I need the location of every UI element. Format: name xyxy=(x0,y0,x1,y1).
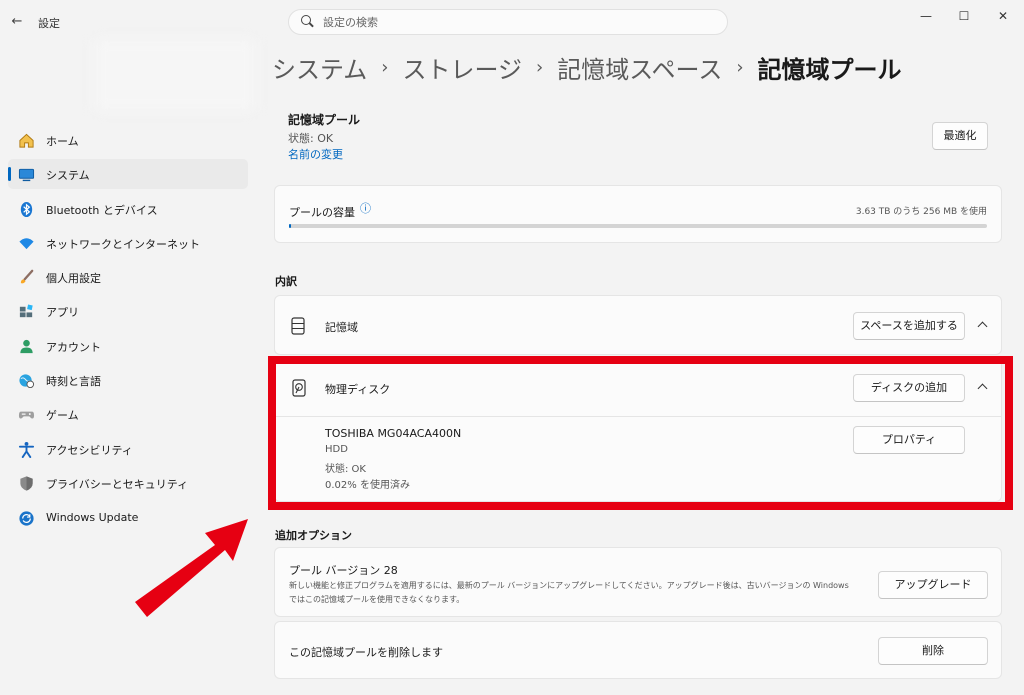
upgrade-description-line2: ではこの記憶域プールを使用できなくなります。 xyxy=(289,595,465,604)
pool-status: 状態: OK xyxy=(288,132,334,145)
sidebar-item-apps[interactable]: アプリ xyxy=(8,296,248,326)
additional-options-title: 追加オプション xyxy=(275,529,352,542)
shield-icon xyxy=(20,476,33,491)
optimize-button[interactable]: 最適化 xyxy=(932,122,988,150)
upgrade-description-line1: 新しい機能と修正プログラムを適用するには、最新のプール バージョンにアップグレー… xyxy=(289,581,849,590)
app-title: 設定 xyxy=(38,17,60,30)
add-disk-button[interactable]: ディスクの追加 xyxy=(853,374,965,402)
chevron-up-icon[interactable] xyxy=(977,382,987,392)
search-icon xyxy=(301,15,315,29)
sidebar-item-label: ホーム xyxy=(46,135,79,148)
physical-disks-row: 物理ディスク ディスクの追加 TOSHIBA MG04ACA400N HDD 状… xyxy=(274,358,1002,502)
sidebar-item-bluetooth[interactable]: Bluetooth とデバイス xyxy=(8,194,248,224)
sidebar-item-label: Bluetooth とデバイス xyxy=(46,204,158,217)
close-button[interactable]: ✕ xyxy=(985,6,1021,26)
sidebar-item-system[interactable]: システム xyxy=(8,159,248,189)
sidebar-item-home[interactable]: ホーム xyxy=(8,125,248,155)
home-icon xyxy=(19,133,34,148)
capacity-card: プールの容量 ⓘ 3.63 TB のうち 256 MB を使用 xyxy=(274,185,1002,243)
breadcrumb-item-storage-spaces[interactable]: 記憶域スペース xyxy=(557,50,722,85)
physical-disks-label: 物理ディスク xyxy=(325,383,391,396)
sidebar-item-label: ゲーム xyxy=(46,409,79,422)
capacity-progress-fill xyxy=(289,224,292,228)
accessibility-icon xyxy=(18,441,35,458)
pool-version-title: プール バージョン 28 xyxy=(289,564,398,577)
add-space-button[interactable]: スペースを追加する xyxy=(853,312,965,340)
back-arrow-icon[interactable]: ← xyxy=(8,13,26,31)
account-icon xyxy=(20,339,33,354)
disk-type: HDD xyxy=(325,444,348,455)
rename-link[interactable]: 名前の変更 xyxy=(288,146,343,162)
sidebar-item-privacy[interactable]: プライバシーとセキュリティ xyxy=(8,468,248,498)
disk-usage: 0.02% を使用済み xyxy=(325,480,410,491)
upgrade-button[interactable]: アップグレード xyxy=(878,571,988,599)
globe-clock-icon xyxy=(19,374,35,389)
breadcrumb-chevron-icon: › xyxy=(536,57,544,78)
sidebar-item-label: アカウント xyxy=(46,341,101,354)
divider xyxy=(275,416,1001,417)
hard-disk-icon xyxy=(292,379,306,397)
sidebar-item-label: アプリ xyxy=(46,306,79,319)
account-area-blurred xyxy=(95,40,255,110)
sidebar-item-label: プライバシーとセキュリティ xyxy=(46,478,189,491)
sidebar-item-label: アクセシビリティ xyxy=(46,444,133,457)
active-indicator xyxy=(8,167,11,181)
apps-icon xyxy=(19,304,33,318)
minimize-button[interactable]: — xyxy=(908,6,944,26)
storage-row[interactable]: 記憶域 スペースを追加する xyxy=(274,295,1002,355)
capacity-progress-bar xyxy=(289,224,987,228)
red-arrow-annotation xyxy=(135,519,248,617)
gamepad-icon xyxy=(18,411,35,419)
properties-button[interactable]: プロパティ xyxy=(853,426,965,454)
capacity-label: プールの容量 xyxy=(289,206,355,219)
delete-pool-card: この記憶域プールを削除します 削除 xyxy=(274,621,1002,679)
pool-name: 記憶域プール xyxy=(288,113,361,127)
sidebar-item-label: 個人用設定 xyxy=(46,272,101,285)
sidebar-item-gaming[interactable]: ゲーム xyxy=(8,399,248,429)
wifi-icon xyxy=(19,238,34,250)
breadcrumb-chevron-icon: › xyxy=(381,57,389,78)
sidebar-item-label: ネットワークとインターネット xyxy=(46,238,200,251)
breadcrumb-item-storage[interactable]: ストレージ xyxy=(402,50,522,85)
brush-icon xyxy=(20,269,34,284)
sidebar-item-accounts[interactable]: アカウント xyxy=(8,331,248,361)
sidebar-item-network[interactable]: ネットワークとインターネット xyxy=(8,228,248,258)
bluetooth-icon xyxy=(20,201,33,218)
info-icon[interactable]: ⓘ xyxy=(360,200,371,216)
disk-status: 状態: OK xyxy=(325,464,366,475)
search-input[interactable] xyxy=(323,13,713,31)
delete-button[interactable]: 削除 xyxy=(878,637,988,665)
breakdown-section-title: 内訳 xyxy=(275,275,297,288)
capacity-usage-text: 3.63 TB のうち 256 MB を使用 xyxy=(855,207,987,217)
sidebar-item-label: Windows Update xyxy=(46,511,139,524)
disk-name: TOSHIBA MG04ACA400N xyxy=(325,427,462,440)
page-title: 記憶域プール xyxy=(757,56,902,84)
chevron-up-icon[interactable] xyxy=(977,320,987,330)
storage-drive-icon xyxy=(291,317,305,335)
storage-row-label: 記憶域 xyxy=(325,321,358,334)
system-icon xyxy=(18,168,35,182)
sidebar-item-accessibility[interactable]: アクセシビリティ xyxy=(8,434,248,464)
delete-pool-label: この記憶域プールを削除します xyxy=(289,646,443,659)
sidebar-item-label: 時刻と言語 xyxy=(46,375,101,388)
sidebar-item-time-language[interactable]: 時刻と言語 xyxy=(8,365,248,395)
maximize-button[interactable]: ☐ xyxy=(946,6,982,26)
breadcrumb-item-system[interactable]: システム xyxy=(272,50,367,85)
search-box[interactable] xyxy=(288,9,728,35)
breadcrumb-chevron-icon: › xyxy=(736,57,744,78)
sidebar-item-label: システム xyxy=(46,169,90,182)
windows-update-icon xyxy=(19,511,34,526)
sidebar-item-personalization[interactable]: 個人用設定 xyxy=(8,262,248,292)
breadcrumb: システム › ストレージ › 記憶域スペース › 記憶域プール xyxy=(272,50,902,85)
title-bar: ← 設定 — ☐ ✕ xyxy=(0,0,1024,44)
pool-upgrade-card: プール バージョン 28 新しい機能と修正プログラムを適用するには、最新のプール… xyxy=(274,547,1002,617)
